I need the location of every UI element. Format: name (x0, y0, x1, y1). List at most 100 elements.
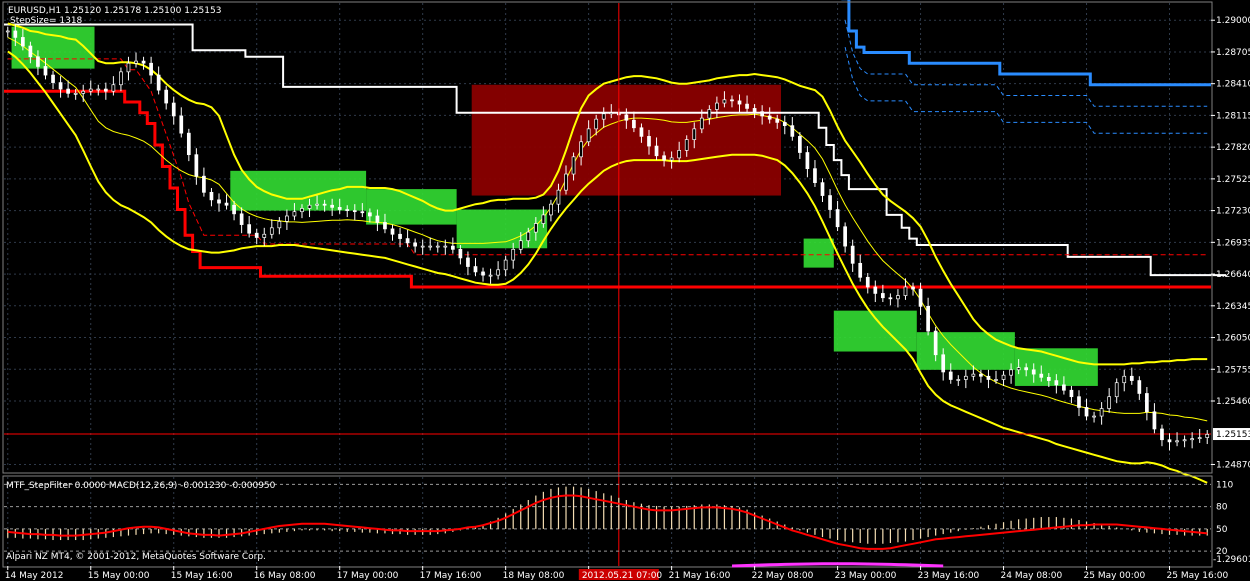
candle-body-64 (488, 274, 493, 277)
candle-body-88 (669, 157, 674, 161)
candle-body-55 (420, 245, 425, 248)
candle-body-154 (1167, 439, 1172, 443)
candle-body-102 (775, 118, 780, 123)
candle-body-7 (58, 82, 63, 90)
candle-body-85 (647, 136, 651, 147)
candle-body-141 (1069, 389, 1074, 398)
candle-body-155 (1175, 440, 1179, 443)
price-tick-10: 1.26050 (1216, 334, 1250, 344)
candle-body-9 (73, 93, 78, 95)
candle-body-29 (224, 202, 229, 206)
candle-body-145 (1099, 408, 1104, 417)
time-label-14: 25 May 16:00 (1167, 571, 1229, 581)
time-label-5: 17 May 16:00 (420, 571, 482, 581)
candle-body-56 (428, 245, 433, 248)
candle-body-87 (662, 155, 666, 161)
candle-body-107 (813, 168, 817, 183)
candle-body-103 (782, 122, 787, 126)
time-label-11: 23 May 16:00 (918, 571, 980, 581)
candle-body-96 (730, 99, 734, 102)
price-chart[interactable]: 1.29000 1.28705 1.28410 1.28115 1.27820 1.275… (0, 0, 1250, 581)
candle-body-72 (549, 203, 553, 216)
candle-body-97 (737, 100, 742, 105)
candle-body-134 (1016, 367, 1021, 371)
candle-body-118 (896, 295, 900, 300)
candle-body-140 (1062, 384, 1066, 391)
candle-body-4 (36, 56, 40, 67)
candle-body-149 (1129, 375, 1134, 381)
candle-body-110 (835, 209, 840, 228)
candle-body-142 (1077, 396, 1081, 408)
candle-body-66 (503, 259, 508, 271)
candle-body-61 (466, 257, 470, 267)
candle-body-153 (1160, 428, 1164, 441)
candle-body-147 (1114, 382, 1119, 398)
ind-tick-bottom: -1.29601 (1213, 555, 1250, 565)
range-box-0 (11, 26, 95, 69)
candle-body-86 (654, 145, 659, 157)
price-tick-14: 1.24870 (1216, 460, 1250, 470)
candle-body-159 (1205, 434, 1210, 438)
candle-body-63 (481, 271, 485, 276)
candle-body-3 (28, 45, 33, 58)
candle-body-78 (594, 118, 599, 130)
candle-body-76 (579, 141, 583, 158)
candle-body-27 (209, 191, 214, 201)
candle-body-77 (586, 128, 591, 143)
candle-body-57 (435, 245, 440, 248)
candle-body-150 (1137, 380, 1142, 394)
candle-body-136 (1031, 369, 1036, 375)
candle-body-74 (564, 173, 568, 191)
candle-body-138 (1046, 376, 1051, 381)
time-label-13: 25 May 00:00 (1084, 571, 1146, 581)
candle-body-54 (413, 242, 417, 247)
time-label-3: 16 May 08:00 (254, 571, 316, 581)
candle-body-152 (1152, 411, 1157, 430)
candle-body-93 (707, 109, 712, 119)
candle-body-62 (473, 266, 478, 273)
candle-body-99 (752, 108, 757, 112)
candle-body-113 (858, 262, 863, 278)
time-label-7: 2012.05.21 07:00 (582, 571, 663, 581)
candle-body-48 (368, 212, 372, 217)
candle-body-90 (684, 139, 689, 151)
candle-body-144 (1092, 415, 1096, 418)
price-tick-9: 1.26345 (1216, 302, 1250, 312)
candle-body-23 (179, 115, 184, 134)
candle-body-60 (458, 248, 463, 259)
candle-body-17 (134, 60, 138, 64)
candle-body-49 (375, 215, 380, 223)
price-tick-2: 1.28410 (1216, 80, 1250, 90)
candle-body-16 (126, 62, 131, 73)
candle-body-92 (699, 117, 704, 130)
candle-body-31 (239, 213, 244, 225)
candle-body-121 (918, 288, 923, 307)
candle-body-148 (1122, 375, 1127, 384)
time-label-0: 14 May 2012 (5, 571, 64, 581)
candle-body-58 (443, 245, 448, 248)
candle-body-128 (971, 373, 976, 377)
candle-body-80 (609, 112, 614, 115)
candle-body-139 (1054, 380, 1059, 386)
indicator-label: MTF_StepFilter 0.0000 MACD(12,26,9) -0.0… (6, 481, 276, 491)
candle-body-126 (956, 379, 961, 381)
symbol-info: EURUSD,H1 1.25120 1.25178 1.25100 1.2515… (8, 6, 221, 16)
price-tick-3: 1.28115 (1216, 111, 1250, 121)
candle-body-36 (277, 221, 282, 229)
candle-body-151 (1145, 393, 1149, 413)
range-box-5 (803, 238, 834, 268)
ind-tick-0: 110 (1216, 480, 1233, 490)
candle-body-156 (1182, 439, 1187, 442)
candle-body-130 (986, 375, 991, 380)
candle-body-75 (571, 156, 576, 175)
price-tick-4: 1.27820 (1216, 143, 1250, 153)
candle-body-70 (533, 223, 538, 233)
candle-body-67 (511, 248, 516, 261)
time-label-6: 18 May 08:00 (503, 571, 565, 581)
candle-body-135 (1024, 367, 1029, 371)
time-label-8: 21 May 16:00 (669, 571, 731, 581)
current-price-label: 1.25153 (1216, 430, 1250, 440)
candle-body-25 (194, 154, 199, 177)
price-tick-8: 1.26640 (1216, 270, 1250, 280)
candle-body-158 (1197, 437, 1202, 440)
